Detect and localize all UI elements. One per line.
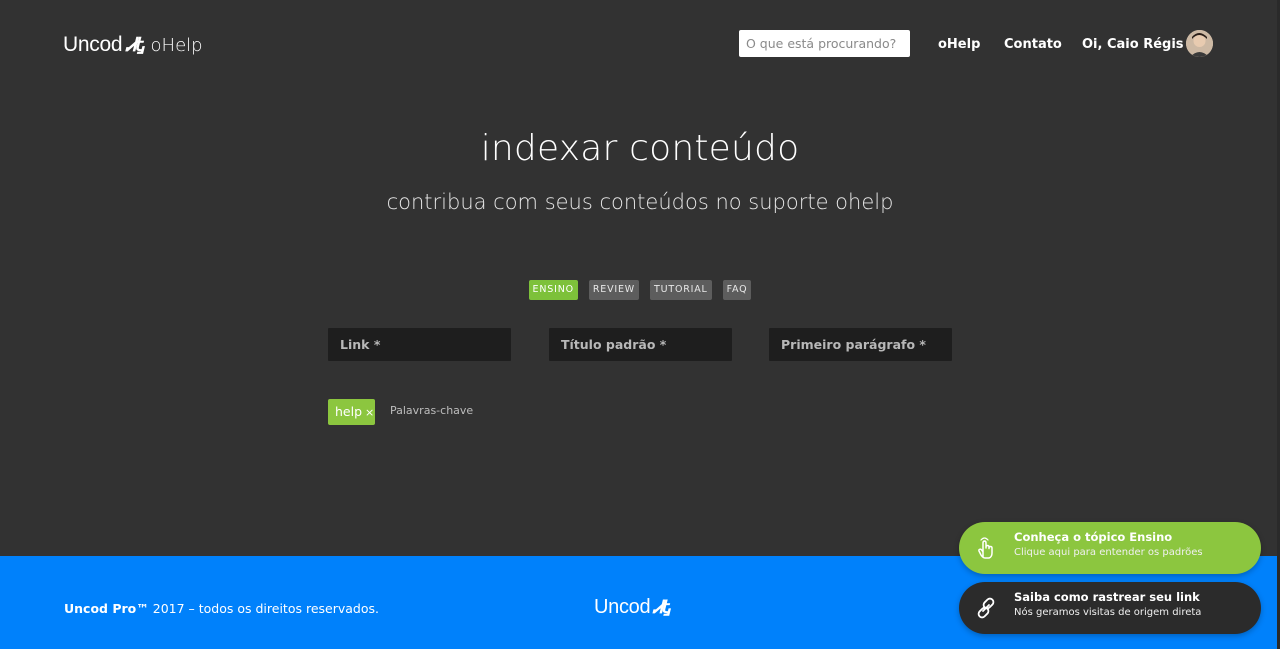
avatar[interactable] bbox=[1186, 30, 1213, 57]
title-input[interactable] bbox=[549, 328, 732, 361]
page-title: indexar conteúdo bbox=[480, 128, 800, 169]
nav-link-ohelp[interactable]: oHelp bbox=[938, 37, 980, 52]
toast-rastrear-text: Nós geramos visitas de origem direta bbox=[1014, 607, 1202, 618]
tab-tutorial[interactable]: TUTORIAL bbox=[649, 280, 712, 300]
tag-remove-icon[interactable]: × bbox=[365, 406, 374, 419]
footer-copy-text: 2017 – todos os direitos reservados. bbox=[148, 601, 379, 616]
content-type-tabs: ENSINO REVIEW TUTORIAL FAQ bbox=[0, 280, 1280, 300]
footer-brand-name: Uncod Pro™ bbox=[64, 601, 149, 616]
keyword-tag-help: help × bbox=[328, 399, 375, 425]
brand[interactable]: Uncod ᏗᎿ oHelp bbox=[63, 33, 203, 57]
page-subtitle: contribua com seus conteúdos no suporte … bbox=[386, 190, 894, 214]
tab-review[interactable]: REVIEW bbox=[588, 280, 639, 300]
brand-logo-mark: ᏗᎿ bbox=[126, 34, 144, 56]
avatar-photo-icon bbox=[1186, 30, 1213, 57]
toast-ensino-topic[interactable]: Conheça o tópico Ensino Clique aqui para… bbox=[959, 522, 1261, 574]
link-input[interactable] bbox=[328, 328, 511, 361]
brand-logo-text: Uncod bbox=[63, 33, 123, 56]
nav-link-contato[interactable]: Contato bbox=[1004, 37, 1062, 52]
toast-ensino-text: Clique aqui para entender os padrões bbox=[1014, 547, 1203, 558]
first-paragraph-input[interactable] bbox=[769, 328, 952, 361]
footer-copyright: Uncod Pro™ 2017 – todos os direitos rese… bbox=[64, 601, 379, 616]
tab-ensino[interactable]: ENSINO bbox=[528, 280, 578, 300]
brand-product-name: oHelp bbox=[150, 35, 203, 56]
footer-logo[interactable]: Uncod ᏗᎿ bbox=[594, 596, 671, 619]
toast-track-link[interactable]: Saiba como rastrear seu link Nós geramos… bbox=[959, 582, 1261, 634]
search-input[interactable] bbox=[739, 30, 910, 57]
pointer-hand-icon bbox=[978, 537, 993, 559]
toast-ensino-title: Conheça o tópico Ensino bbox=[1014, 530, 1173, 544]
user-greeting[interactable]: Oi, Caio Régis bbox=[1082, 37, 1184, 52]
footer-logo-text: Uncod bbox=[594, 596, 651, 618]
keyword-tag-label: help bbox=[335, 404, 363, 419]
footer-logo-mark: ᏗᎿ bbox=[653, 597, 670, 617]
link-icon bbox=[977, 597, 995, 619]
top-navigation: Uncod ᏗᎿ oHelp oHelp Contato Oi, Caio Ré… bbox=[0, 0, 1280, 88]
keywords-input[interactable]: Palavras-chave bbox=[390, 404, 473, 417]
toast-rastrear-title: Saiba como rastrear seu link bbox=[1014, 590, 1200, 604]
tab-faq[interactable]: FAQ bbox=[722, 280, 752, 300]
